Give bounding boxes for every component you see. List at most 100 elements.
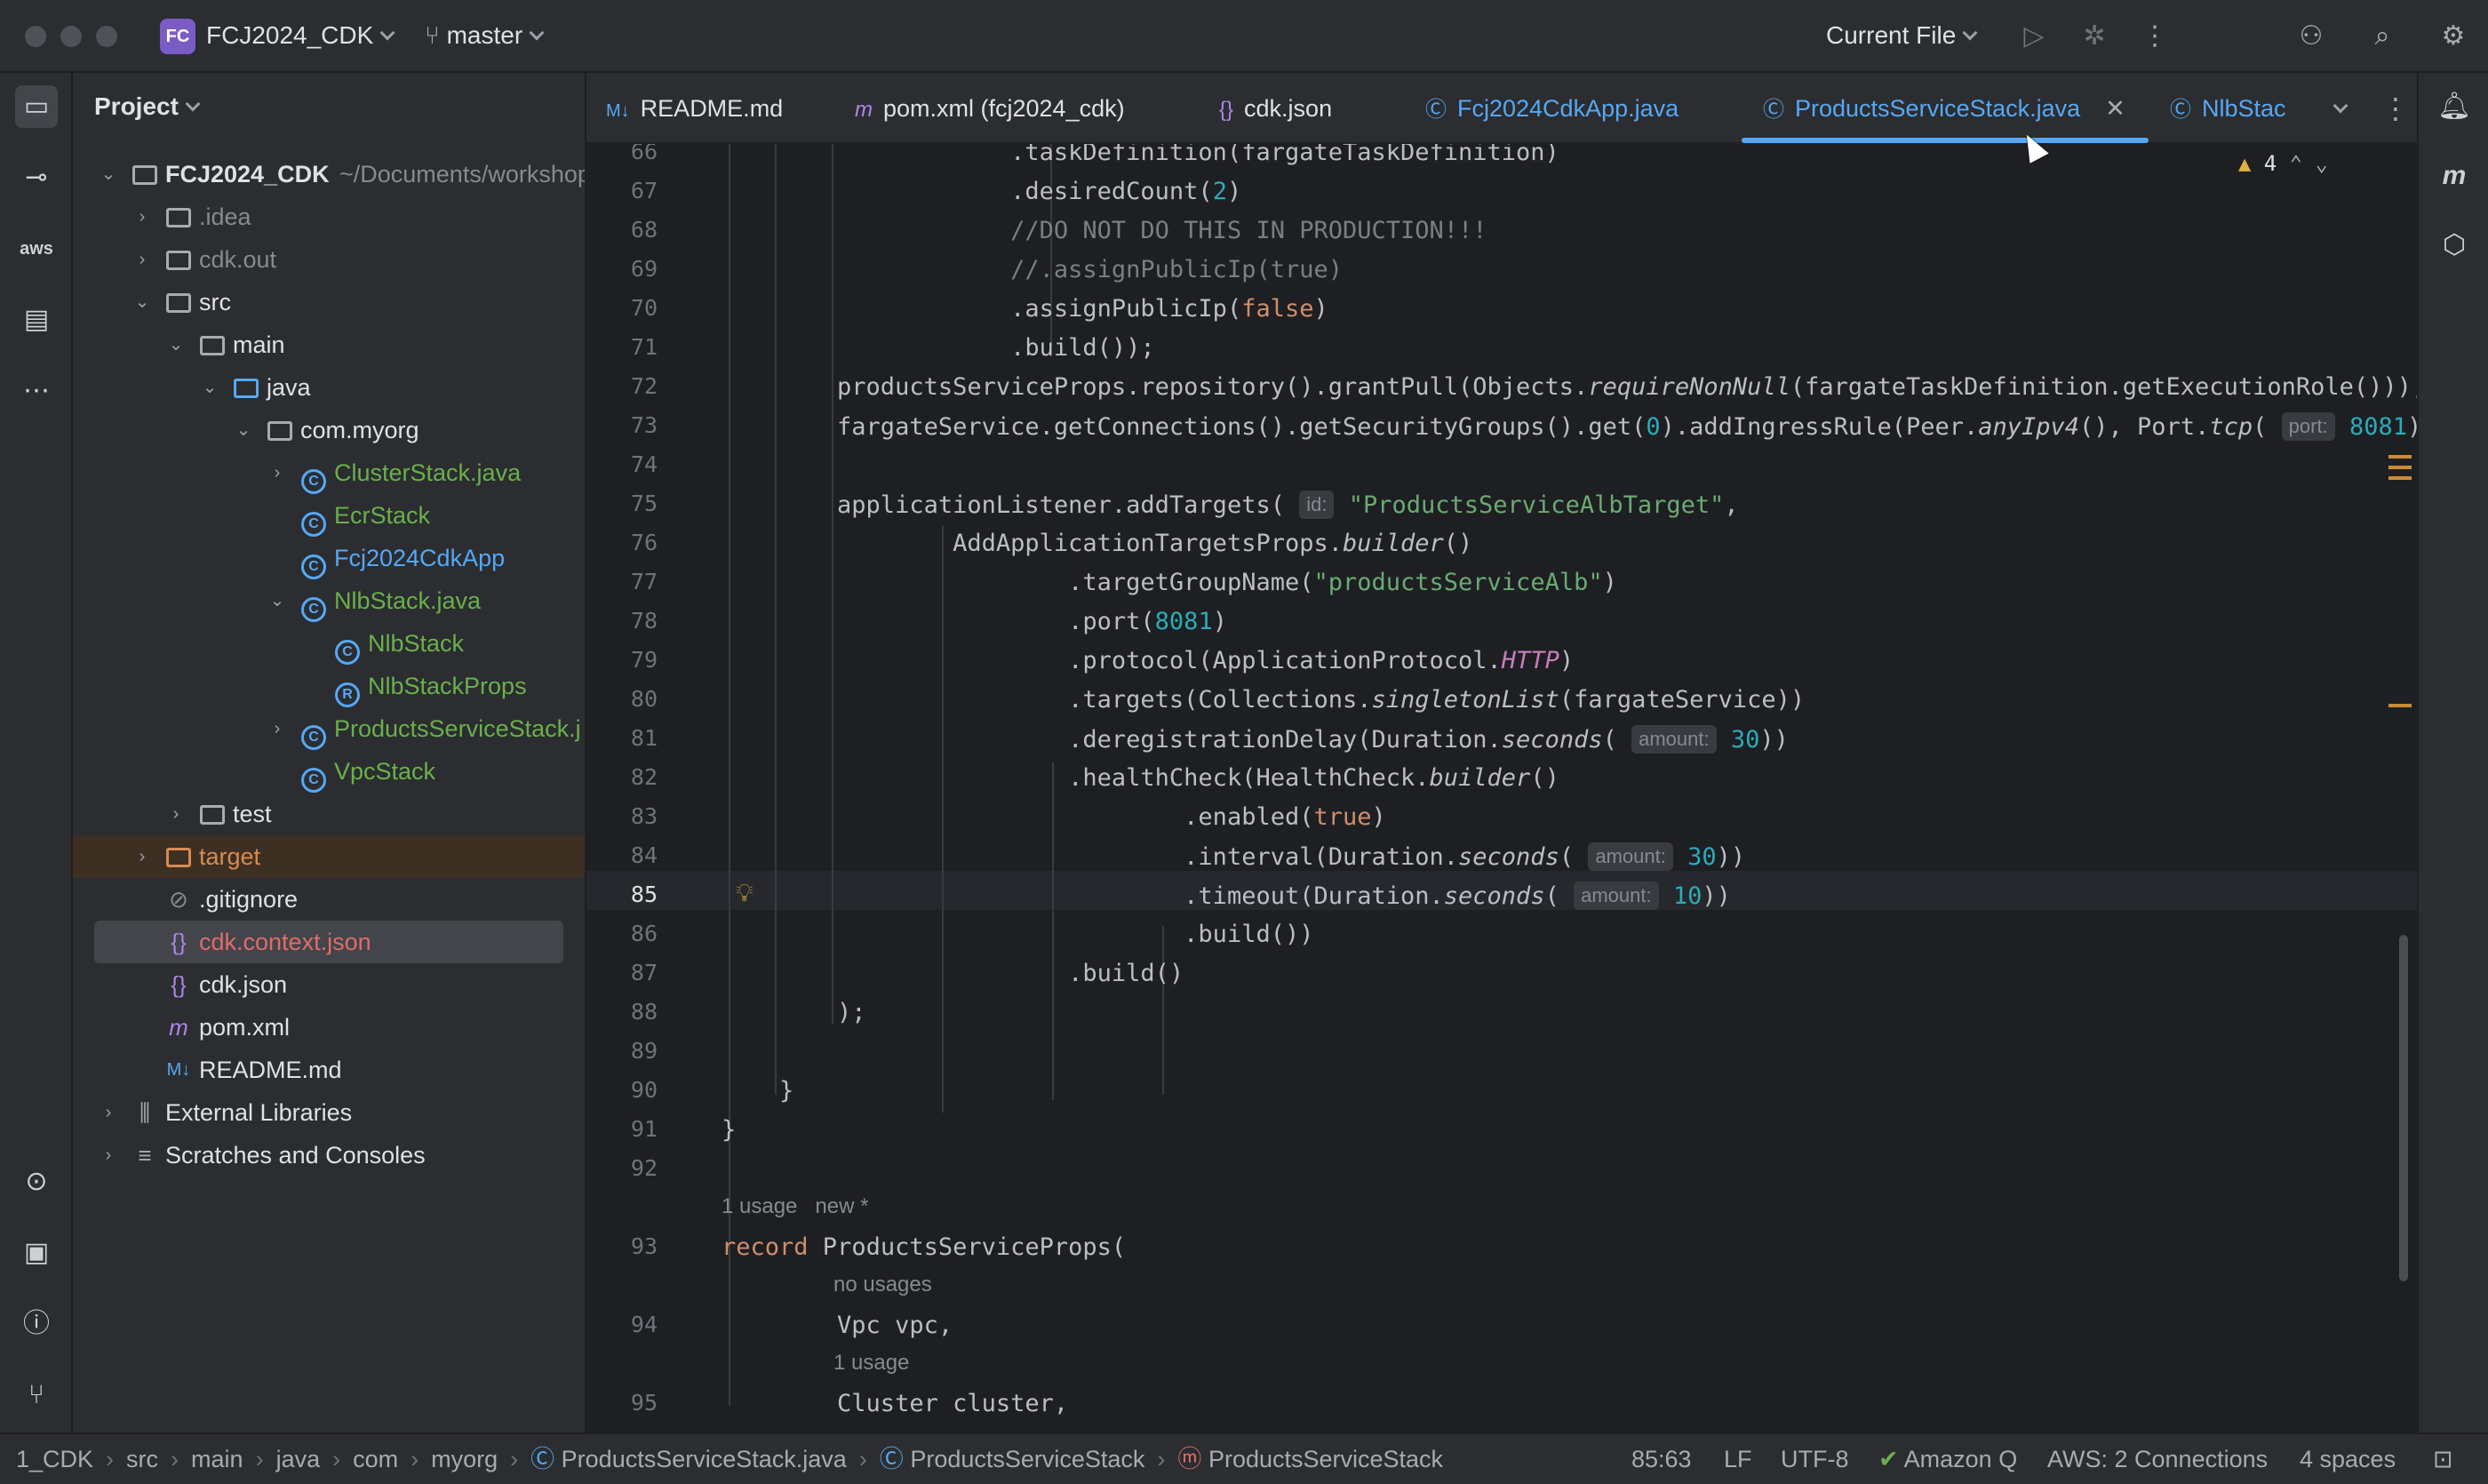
chevron-right-icon[interactable]: › (268, 451, 286, 494)
breadcrumb-item[interactable]: ProductsServiceStack (910, 1446, 1144, 1472)
tree-item-com-myorg[interactable]: ⌄ com.myorg (73, 409, 585, 451)
chevron-down-icon[interactable]: ⌄ (100, 153, 117, 195)
commit-icon[interactable]: ⊸ (15, 156, 58, 199)
breadcrumb-item[interactable]: myorg (431, 1446, 498, 1472)
branch-switcher[interactable]: ⑂ master (425, 21, 545, 50)
chevron-right-icon[interactable]: › (167, 793, 185, 835)
project-switcher[interactable]: FCJ2024_CDK (206, 21, 395, 50)
more-icon[interactable]: ⋮ (2136, 18, 2173, 55)
tree-item-cdk-json[interactable]: {} cdk.json (73, 963, 585, 1006)
maven-tool-icon[interactable]: m (2435, 156, 2474, 195)
notifications-icon[interactable]: 🔔︎ (2435, 87, 2474, 126)
tree-item-main[interactable]: ⌄ main (73, 323, 585, 366)
settings-icon[interactable]: ⚙ (2435, 18, 2472, 55)
tree-item-gitignore[interactable]: ⊘ .gitignore (73, 878, 585, 921)
inspection-widget[interactable]: ▲ 4 ⌃ ⌄ (2238, 151, 2328, 176)
tree-item-fcj2024cdkapp[interactable]: C Fcj2024CdkApp (73, 537, 585, 579)
code-editor[interactable]: ▲ 4 ⌃ ⌄ 66 67 68 69 70 71 72 73 74 75 76… (586, 144, 2417, 1432)
amazon-q-status[interactable]: ✔ Amazon Q (1878, 1434, 2017, 1484)
chevron-right-icon[interactable]: › (133, 238, 151, 281)
tree-item-vpcstack[interactable]: C VpcStack (73, 750, 585, 793)
chevron-up-icon[interactable]: ⌃ (2290, 151, 2302, 176)
structure-icon[interactable]: ▤ (15, 299, 58, 341)
tree-item-readme[interactable]: M↓ README.md (73, 1049, 585, 1091)
breadcrumb-item[interactable]: ProductsServiceStack.java (562, 1446, 847, 1472)
services-icon[interactable]: ⊙ (15, 1161, 58, 1203)
git-icon[interactable]: ⑂ (15, 1374, 58, 1416)
tree-item-idea[interactable]: › .idea (73, 195, 585, 238)
more-tools-icon[interactable]: ⋯ (15, 370, 58, 412)
breadcrumb-item[interactable]: main (191, 1446, 243, 1472)
tab-fcj2024cdkapp[interactable]: Ⓒ Fcj2024CdkApp.java (1425, 73, 1679, 142)
tree-item-src[interactable]: ⌄ src (73, 281, 585, 323)
breadcrumb-item[interactable]: 1_CDK (16, 1446, 93, 1472)
tree-item-clusterstack[interactable]: › C ClusterStack.java (73, 451, 585, 494)
usage-hint[interactable]: 1 usage (833, 1351, 909, 1376)
minimize-window-button[interactable] (60, 26, 82, 47)
aws-connections[interactable]: AWS: 2 Connections (2047, 1434, 2268, 1484)
chevron-down-icon[interactable]: ⌄ (133, 281, 151, 323)
chevron-right-icon[interactable]: › (268, 707, 286, 750)
tab-readme[interactable]: M↓ README.md (606, 73, 783, 142)
scroll-marker[interactable] (2388, 476, 2412, 480)
chevron-down-icon[interactable]: ⌄ (201, 366, 219, 409)
tab-more-icon[interactable]: ⋮ (2381, 73, 2410, 142)
indent-setting[interactable]: 4 spaces (2300, 1434, 2396, 1484)
breadcrumb-item[interactable]: java (276, 1446, 321, 1472)
tree-item-nlbstack-java[interactable]: ⌄ C NlbStack.java (73, 579, 585, 622)
chevron-down-icon[interactable]: ⌄ (2316, 151, 2328, 176)
project-panel-title[interactable]: Project (94, 92, 201, 121)
chevron-right-icon[interactable]: › (133, 195, 151, 238)
tab-pom-xml[interactable]: m pom.xml (fcj2024_cdk) (855, 73, 1125, 142)
scroll-marker[interactable] (2388, 704, 2412, 707)
chevron-down-icon[interactable]: ⌄ (268, 579, 286, 622)
tab-nlbstack[interactable]: Ⓒ NlbStack (2170, 73, 2285, 142)
breadcrumb-item[interactable]: ProductsServiceStack (1208, 1446, 1443, 1472)
search-icon[interactable]: ⌕ (2364, 18, 2401, 55)
usage-hint[interactable]: 1 usage new * (722, 1194, 868, 1219)
amazon-q-icon[interactable]: ⬡ (2435, 226, 2474, 265)
line-separator[interactable]: LF (1724, 1434, 1752, 1484)
vertical-scrollbar[interactable] (2399, 935, 2408, 1281)
chevron-down-icon[interactable]: ⌄ (235, 409, 252, 451)
tree-item-cdk-context-json[interactable]: {} cdk.context.json (94, 921, 563, 963)
tree-item-target[interactable]: › target (73, 835, 585, 878)
chevron-right-icon[interactable]: › (133, 835, 151, 878)
caret-position[interactable]: 85:63 (1631, 1434, 1692, 1484)
debug-icon[interactable]: ✲ (2076, 18, 2113, 55)
tree-item-ecrstack[interactable]: C EcrStack (73, 494, 585, 537)
tree-item-test[interactable]: › test (73, 793, 585, 835)
tree-item-nlbstack[interactable]: C NlbStack (73, 622, 585, 665)
run-icon[interactable]: ▷ (2015, 18, 2053, 55)
terminal-icon[interactable]: ▣ (15, 1232, 58, 1274)
breadcrumb-item[interactable]: com (353, 1446, 398, 1472)
tree-item-scratches[interactable]: › ≡ Scratches and Consoles (73, 1134, 585, 1177)
add-user-icon[interactable]: ⚇ (2293, 18, 2330, 55)
tree-item-cdk-out[interactable]: › cdk.out (73, 238, 585, 281)
problems-icon[interactable]: ⓘ (15, 1303, 58, 1345)
chevron-right-icon[interactable]: › (100, 1134, 117, 1177)
maximize-window-button[interactable] (96, 26, 117, 47)
scroll-marker[interactable] (2388, 455, 2412, 459)
tree-item-productsservicestack[interactable]: › C ProductsServiceStack.j (73, 707, 585, 750)
file-encoding[interactable]: UTF-8 (1781, 1434, 1849, 1484)
tree-item-pom-xml[interactable]: m pom.xml (73, 1006, 585, 1049)
breadcrumb-item[interactable]: src (126, 1446, 158, 1472)
tab-productsservicestack[interactable]: Ⓒ ProductsServiceStack.java ✕ (1763, 73, 2125, 142)
tab-cdk-json[interactable]: {} cdk.json (1219, 73, 1332, 142)
tab-list-dropdown[interactable] (2326, 73, 2362, 142)
project-folder-icon[interactable]: ▭ (15, 85, 58, 128)
scroll-marker[interactable] (2388, 466, 2412, 469)
run-config-selector[interactable]: Current File (1826, 21, 1978, 50)
usage-hint[interactable]: no usages (833, 1273, 932, 1297)
tree-item-java[interactable]: ⌄ java (73, 366, 585, 409)
tree-item-external-libraries[interactable]: › ⫼ External Libraries (73, 1091, 585, 1134)
tree-item-root[interactable]: ⌄ FCJ2024_CDK ~/Documents/workshop (73, 153, 585, 195)
tree-item-nlbstackprops[interactable]: R NlbStackProps (73, 665, 585, 707)
aws-icon[interactable]: aws (15, 227, 58, 270)
chevron-right-icon[interactable]: › (100, 1091, 117, 1134)
close-window-button[interactable] (25, 26, 46, 47)
close-tab-icon[interactable]: ✕ (2105, 95, 2125, 122)
chevron-down-icon[interactable]: ⌄ (167, 323, 185, 366)
lock-icon[interactable]: ⊡ (2433, 1434, 2453, 1484)
